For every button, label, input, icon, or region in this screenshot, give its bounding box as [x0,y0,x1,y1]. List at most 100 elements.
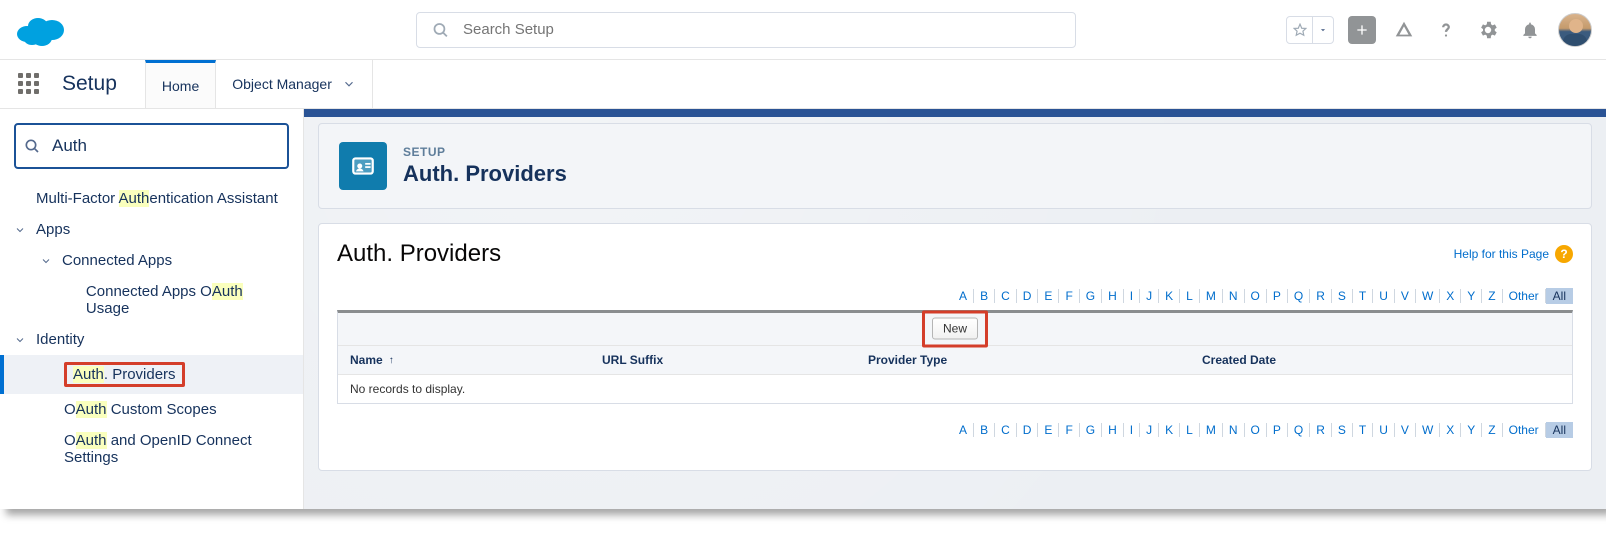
search-icon [432,21,449,38]
alpha-other[interactable]: Other [1503,289,1546,303]
alpha-letter[interactable]: D [1017,423,1039,437]
column-provider-type[interactable]: Provider Type [856,346,1190,374]
alpha-letter[interactable]: X [1440,423,1461,437]
alpha-letter[interactable]: R [1310,289,1332,303]
alpha-letter[interactable]: Z [1482,289,1502,303]
trailhead-icon[interactable] [1390,16,1418,44]
alpha-letter[interactable]: L [1180,423,1200,437]
column-created-date[interactable]: Created Date [1190,346,1572,374]
alpha-letter[interactable]: L [1180,289,1200,303]
alpha-letter[interactable]: V [1395,289,1416,303]
page-eyebrow: SETUP [403,145,567,159]
tree-item-mfa-assistant[interactable]: Multi-Factor Authentication Assistant [0,183,303,214]
alpha-letter[interactable]: Z [1482,423,1502,437]
alpha-all[interactable]: All [1546,288,1573,304]
alpha-letter[interactable]: G [1080,423,1102,437]
salesforce-logo[interactable] [14,12,66,48]
notifications-bell-icon[interactable] [1516,16,1544,44]
global-search[interactable] [416,12,1076,48]
favorites-menu[interactable] [1286,16,1334,44]
alpha-letter[interactable]: W [1416,289,1440,303]
global-search-input[interactable] [416,12,1076,48]
alpha-letter[interactable]: O [1245,423,1267,437]
alpha-letter[interactable]: S [1332,423,1353,437]
alpha-letter[interactable]: I [1124,289,1140,303]
alpha-letter[interactable]: J [1140,289,1159,303]
alpha-letter[interactable]: U [1373,423,1395,437]
alpha-letter[interactable]: I [1124,423,1140,437]
column-name[interactable]: Name ↑ [338,346,590,374]
tree-item-connected-apps[interactable]: Connected Apps [0,245,303,276]
tree-item-oauth-openid-settings[interactable]: OAuth and OpenID Connect Settings [0,425,303,473]
alpha-letter[interactable]: K [1159,289,1180,303]
alpha-letter[interactable]: Q [1288,423,1310,437]
alpha-letter[interactable]: T [1353,289,1373,303]
alpha-letter[interactable]: J [1140,423,1159,437]
alpha-letter[interactable]: Y [1461,423,1482,437]
alpha-letter[interactable]: O [1245,289,1267,303]
alpha-letter[interactable]: X [1440,289,1461,303]
help-icon[interactable] [1432,16,1460,44]
page-title: Auth. Providers [403,161,567,187]
tree-item-auth-providers[interactable]: Auth. Providers [0,355,303,394]
alpha-letter[interactable]: A [953,423,974,437]
chevron-down-icon [14,334,28,346]
alpha-letter[interactable]: E [1038,423,1059,437]
new-button[interactable]: New [932,318,978,340]
user-avatar[interactable] [1558,13,1592,47]
alpha-letter[interactable]: T [1353,423,1373,437]
alpha-letter[interactable]: Q [1288,289,1310,303]
alpha-letter[interactable]: B [974,289,995,303]
content-card: Auth. Providers Help for this Page ? ABC… [318,223,1592,471]
alpha-letter[interactable]: C [995,423,1017,437]
alpha-letter[interactable]: B [974,423,995,437]
tree-item-apps[interactable]: Apps [0,214,303,245]
alpha-letter[interactable]: E [1038,289,1059,303]
chevron-down-icon [40,255,54,267]
tree-item-identity[interactable]: Identity [0,324,303,355]
alpha-letter[interactable]: N [1223,289,1245,303]
alpha-letter[interactable]: F [1059,289,1079,303]
setup-tree: Multi-Factor Authentication Assistant Ap… [0,109,304,509]
alpha-letter[interactable]: R [1310,423,1332,437]
setup-gear-icon[interactable] [1474,16,1502,44]
alpha-letter[interactable]: V [1395,423,1416,437]
search-icon [24,138,40,154]
help-link[interactable]: Help for this Page ? [1454,245,1573,263]
alpha-letter[interactable]: S [1332,289,1353,303]
quick-find-input[interactable] [14,123,289,169]
alpha-letter[interactable]: D [1017,289,1039,303]
chevron-down-icon [342,77,356,91]
alpha-letter[interactable]: Y [1461,289,1482,303]
alpha-letter[interactable]: C [995,289,1017,303]
alpha-letter[interactable]: P [1267,423,1288,437]
global-actions-button[interactable] [1348,16,1376,44]
tab-object-manager[interactable]: Object Manager [216,60,373,108]
alpha-letter[interactable]: H [1102,423,1124,437]
alpha-letter[interactable]: P [1267,289,1288,303]
main-content: SETUP Auth. Providers Auth. Providers He… [304,109,1606,509]
alpha-letter[interactable]: G [1080,289,1102,303]
tab-home[interactable]: Home [145,60,216,108]
alpha-letter[interactable]: A [953,289,974,303]
tree-item-connected-apps-oauth-usage[interactable]: Connected Apps OAuth Usage [0,276,303,324]
alpha-letter[interactable]: M [1200,289,1223,303]
tab-home-label: Home [162,78,199,94]
highlight-box: Auth. Providers [64,362,185,387]
alpha-letter[interactable]: N [1223,423,1245,437]
alpha-letter[interactable]: U [1373,289,1395,303]
alpha-letter[interactable]: H [1102,289,1124,303]
app-name: Setup [62,72,117,96]
alpha-letter[interactable]: F [1059,423,1079,437]
alpha-other[interactable]: Other [1503,423,1546,437]
alpha-letter[interactable]: W [1416,423,1440,437]
star-icon [1287,17,1313,43]
alpha-letter[interactable]: M [1200,423,1223,437]
quick-find[interactable] [14,123,289,169]
app-launcher-icon[interactable] [18,73,40,95]
column-url-suffix[interactable]: URL Suffix [590,346,856,374]
tree-item-oauth-custom-scopes[interactable]: OAuth Custom Scopes [0,394,303,425]
alpha-all[interactable]: All [1546,422,1573,438]
alpha-letter[interactable]: K [1159,423,1180,437]
table-empty-message: No records to display. [338,375,1572,403]
